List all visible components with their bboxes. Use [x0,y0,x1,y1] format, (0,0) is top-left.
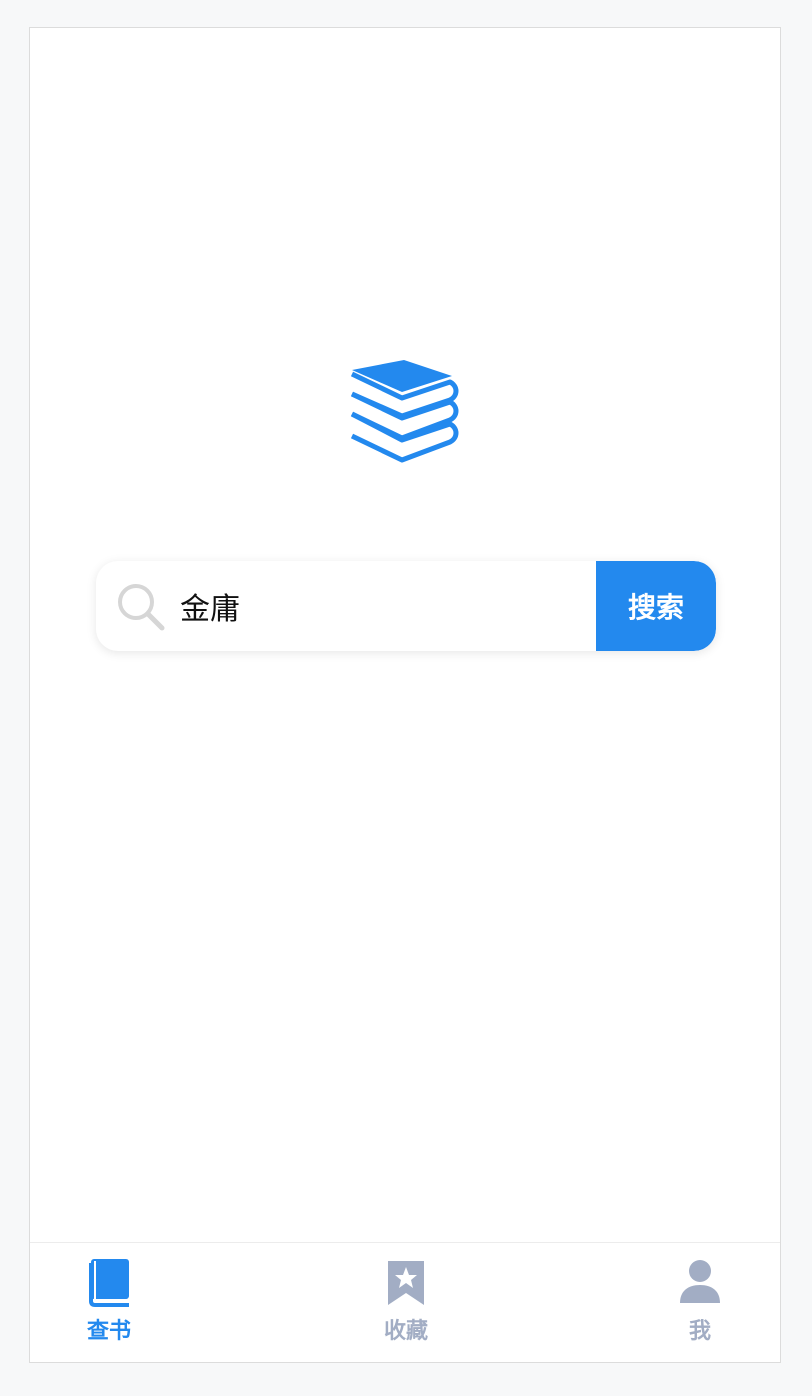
book-icon [89,1259,129,1307]
bottom-tab-bar: 查书 收藏 我 [30,1242,780,1362]
tab-me[interactable]: 我 [640,1257,760,1353]
bookmark-star-icon [388,1261,424,1305]
phone-screen: 搜索 查书 收藏 我 [29,27,781,1363]
tab-books-label: 查书 [86,1319,131,1344]
search-icon [118,584,165,631]
tab-favorites-label: 收藏 [383,1319,428,1344]
tab-favorites[interactable]: 收藏 [346,1257,466,1353]
book-stack-logo-icon [350,360,459,463]
tab-books[interactable]: 查书 [49,1257,169,1353]
search-bar: 搜索 [96,561,716,651]
tab-me-label: 我 [688,1319,711,1344]
user-icon [680,1260,720,1303]
search-button[interactable]: 搜索 [596,561,716,651]
search-input[interactable] [168,561,596,651]
